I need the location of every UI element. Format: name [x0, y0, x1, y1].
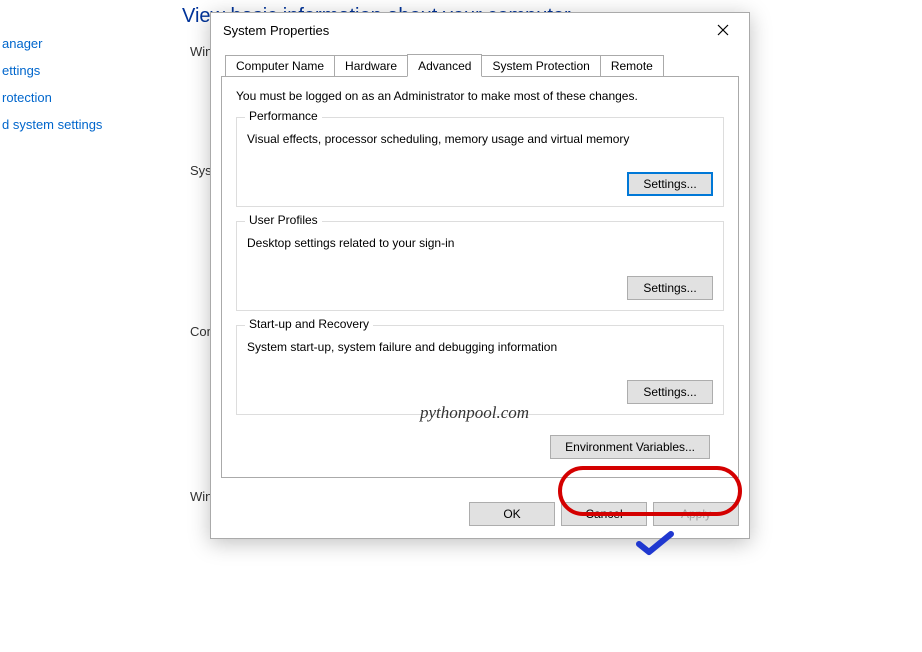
group-desc: System start-up, system failure and debu…: [247, 340, 713, 354]
titlebar: System Properties: [211, 13, 749, 47]
admin-note: You must be logged on as an Administrato…: [236, 89, 724, 103]
watermark-text: pythonpool.com: [420, 403, 529, 423]
sidebar-link[interactable]: d system settings: [0, 111, 160, 138]
close-icon: [717, 24, 729, 36]
group-desc: Visual effects, processor scheduling, me…: [247, 132, 713, 146]
ok-button[interactable]: OK: [469, 502, 555, 526]
group-legend: User Profiles: [245, 213, 322, 227]
close-button[interactable]: [703, 16, 743, 44]
sidebar-link[interactable]: ettings: [0, 57, 160, 84]
tab-system-protection[interactable]: System Protection: [481, 55, 600, 76]
tab-hardware[interactable]: Hardware: [334, 55, 408, 76]
group-startup-recovery: Start-up and Recovery System start-up, s…: [236, 325, 724, 415]
group-legend: Performance: [245, 109, 322, 123]
sidebar-links: anager ettings rotection d system settin…: [0, 30, 160, 138]
sidebar-link[interactable]: anager: [0, 30, 160, 57]
dialog-title: System Properties: [223, 23, 329, 38]
apply-button[interactable]: Apply: [653, 502, 739, 526]
startup-recovery-settings-button[interactable]: Settings...: [627, 380, 713, 404]
tab-computer-name[interactable]: Computer Name: [225, 55, 335, 76]
group-user-profiles: User Profiles Desktop settings related t…: [236, 221, 724, 311]
performance-settings-button[interactable]: Settings...: [627, 172, 713, 196]
environment-variables-button[interactable]: Environment Variables...: [550, 435, 710, 459]
tab-row: Computer Name Hardware Advanced System P…: [221, 53, 739, 77]
group-desc: Desktop settings related to your sign-in: [247, 236, 713, 250]
group-performance: Performance Visual effects, processor sc…: [236, 117, 724, 207]
group-legend: Start-up and Recovery: [245, 317, 373, 331]
system-properties-dialog: System Properties Computer Name Hardware…: [210, 12, 750, 539]
user-profiles-settings-button[interactable]: Settings...: [627, 276, 713, 300]
sidebar-link[interactable]: rotection: [0, 84, 160, 111]
dialog-button-row: OK Cancel Apply: [211, 488, 749, 538]
cancel-button[interactable]: Cancel: [561, 502, 647, 526]
tab-advanced[interactable]: Advanced: [407, 54, 482, 77]
tab-remote[interactable]: Remote: [600, 55, 664, 76]
